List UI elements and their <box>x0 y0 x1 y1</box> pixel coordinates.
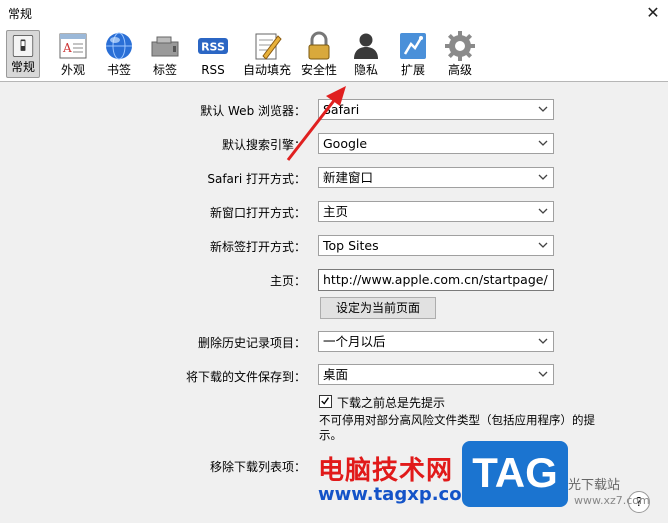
watermark-site-name: 电脑技术网 <box>318 456 454 486</box>
bookmarks-globe-icon <box>106 32 132 60</box>
remove-history-select[interactable]: 一个月以后 <box>318 331 554 352</box>
general-switch-icon <box>12 35 34 57</box>
default-search-label: 默认搜索引擎： <box>221 138 306 152</box>
download-hint-text: 不可停用对部分高风险文件类型（包括应用程序）的提示。 <box>319 413 595 442</box>
default-search-value: Google <box>323 136 368 151</box>
chevron-down-icon <box>538 174 548 180</box>
svg-text:RSS: RSS <box>201 41 225 54</box>
homepage-label: 主页： <box>269 274 306 288</box>
tab-autofill[interactable]: 自动填充 <box>241 28 293 80</box>
tab-advanced-label: 高级 <box>447 63 472 77</box>
remove-history-value: 一个月以后 <box>323 334 386 349</box>
watermark-url: www.tagxp.com <box>318 484 481 505</box>
chevron-down-icon <box>538 242 548 248</box>
new-window-opens-with-select[interactable]: 主页 <box>318 201 554 222</box>
tab-bookmarks-label: 书签 <box>106 63 131 77</box>
chevron-down-icon <box>538 371 548 377</box>
tab-autofill-label: 自动填充 <box>242 63 291 77</box>
watermark-tag-logo: TAG <box>462 441 568 507</box>
tab-advanced[interactable]: 高级 <box>437 28 483 80</box>
safari-opens-with-select[interactable]: 新建窗口 <box>318 167 554 188</box>
checkmark-icon <box>321 397 330 405</box>
set-current-page-button[interactable]: 设定为当前页面 <box>320 297 436 319</box>
autofill-icon <box>255 33 282 60</box>
chevron-down-icon <box>538 106 548 112</box>
chevron-down-icon <box>538 140 548 146</box>
tab-rss[interactable]: RSS RSS <box>190 28 236 80</box>
close-icon[interactable]: ✕ <box>638 0 668 26</box>
safari-opens-with-label: Safari 打开方式： <box>207 172 306 186</box>
title-bar: 常规 ✕ <box>0 0 668 26</box>
remove-download-list-label: 移除下载列表项： <box>209 460 306 474</box>
ask-before-download-label: 下载之前总是先提示 <box>337 396 446 410</box>
new-tab-opens-with-select[interactable]: Top Sites <box>318 235 554 256</box>
tab-appearance-label: 外观 <box>60 63 85 77</box>
homepage-input[interactable]: http://www.apple.com.cn/startpage/ <box>318 269 554 291</box>
new-tab-opens-with-label: 新标签打开方式： <box>209 240 306 254</box>
advanced-gear-icon <box>445 31 475 61</box>
new-tab-opens-with-value: Top Sites <box>323 238 379 253</box>
chevron-down-icon <box>538 338 548 344</box>
save-downloads-select[interactable]: 桌面 <box>318 364 554 385</box>
save-downloads-value: 桌面 <box>323 367 349 382</box>
tab-tabs-label: 标签 <box>152 63 177 77</box>
watermark-right-url: www.xz7.com <box>574 494 650 507</box>
window-title: 常规 <box>8 7 33 21</box>
default-browser-label: 默认 Web 浏览器： <box>200 104 306 118</box>
tab-rss-label: RSS <box>201 63 225 77</box>
default-browser-select[interactable]: Safari <box>318 99 554 120</box>
tab-privacy-label: 隐私 <box>353 63 378 77</box>
tab-security-label: 安全性 <box>300 63 337 77</box>
remove-history-label: 删除历史记录项目： <box>197 336 306 350</box>
chevron-down-icon <box>538 208 548 214</box>
new-window-opens-with-value: 主页 <box>323 204 349 219</box>
tab-extensions-label: 扩展 <box>400 63 425 77</box>
save-downloads-label: 将下载的文件保存到： <box>185 370 306 384</box>
svg-text:A: A <box>62 41 72 55</box>
safari-opens-with-value: 新建窗口 <box>323 170 374 185</box>
privacy-person-icon <box>354 33 378 59</box>
tab-extensions[interactable]: 扩展 <box>390 28 436 80</box>
tab-bookmarks[interactable]: 书签 <box>96 28 142 80</box>
tabs-icon <box>151 36 179 57</box>
preferences-toolbar: 常规 A 外观 书签 标签 RSS RSS 自动填充 安全性 隐私 扩展 高级 <box>0 26 668 82</box>
default-search-select[interactable]: Google <box>318 133 554 154</box>
tab-security[interactable]: 安全性 <box>296 28 342 80</box>
tab-general-label: 常规 <box>10 60 35 74</box>
default-browser-value: Safari <box>323 102 360 117</box>
ask-before-download-checkbox[interactable] <box>319 395 332 408</box>
appearance-icon: A <box>59 33 87 59</box>
tab-appearance[interactable]: A 外观 <box>50 28 96 80</box>
tab-general[interactable]: 常规 <box>6 30 40 78</box>
lock-icon <box>308 31 330 60</box>
extensions-puzzle-icon <box>400 33 426 59</box>
new-window-opens-with-label: 新窗口打开方式： <box>209 206 306 220</box>
rss-icon: RSS <box>198 38 228 54</box>
watermark-right-text: 光下载站 <box>568 478 621 493</box>
tab-privacy[interactable]: 隐私 <box>343 28 389 80</box>
tab-tabs[interactable]: 标签 <box>142 28 188 80</box>
